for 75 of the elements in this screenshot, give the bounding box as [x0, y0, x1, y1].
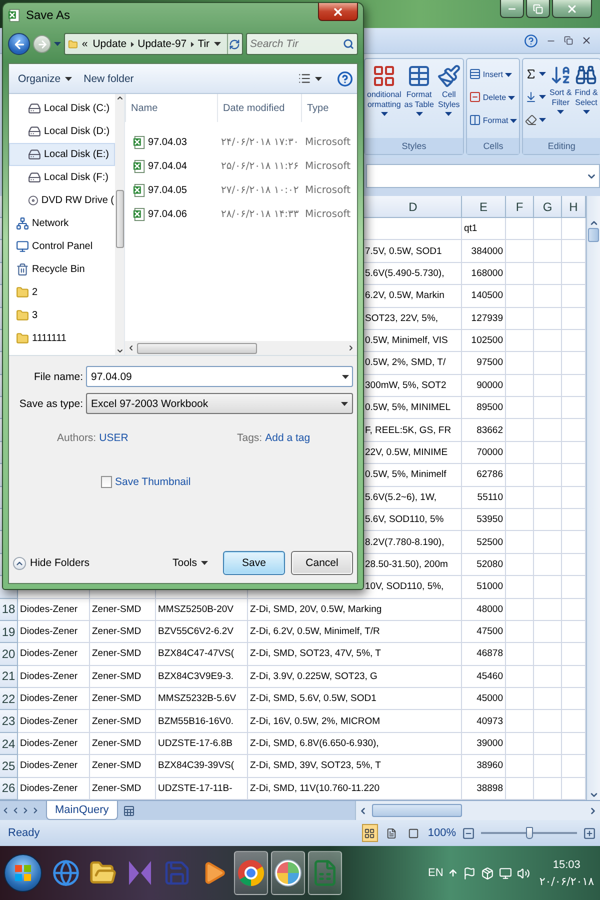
file-date: ۲۸/۰۶/۲۰۱۸ ۱۴:۳۳ — [220, 208, 300, 220]
table-cell: 52080 — [462, 554, 506, 576]
table-cell: BZX84C47-47VS( — [156, 643, 248, 666]
field-label: Authors: — [57, 432, 96, 444]
table-cell: 38960 — [462, 755, 506, 778]
table-cell: 70000 — [462, 442, 506, 464]
table-cell: 46878 — [462, 643, 506, 666]
table-cell: Z-Di, SMD, 6.8V(6.650-6.930), — [248, 732, 462, 756]
file-type: Microsoft — [304, 160, 352, 172]
table-cell: Diodes-Zener — [18, 732, 90, 756]
table-cell: 53950 — [462, 508, 506, 532]
table-cell: 62786 — [462, 464, 506, 487]
table-cell: Diodes-Zener — [18, 620, 90, 644]
field-label: File name: — [32, 370, 83, 382]
table-cell: Z-Di, 3.9V, 0.225W, SOT23, G — [248, 666, 462, 688]
table-cell: 55110 — [462, 486, 506, 509]
file-type: Microsoft — [304, 184, 352, 196]
table-cell: Z-Di, SMD, 5.6V, 0.5W, SOD1 — [248, 688, 462, 710]
table-cell: qt1 — [462, 218, 506, 240]
table-cell: Zener-SMD — [90, 710, 156, 733]
table-cell: MMSZ5232B-5.6V — [156, 688, 248, 710]
table-cell: 384000 — [462, 240, 506, 263]
dialog-title: Save As — [26, 8, 70, 22]
table-cell: Zener-SMD — [90, 643, 156, 666]
table-cell: Z-Di, SMD, SOT23, 47V, 5%, T — [248, 643, 462, 666]
table-cell: 47500 — [462, 620, 506, 644]
table-cell: 39000 — [462, 732, 506, 756]
table-cell: 140500 — [462, 285, 506, 308]
table-cell: Z-Di, SMD, 20V, 0.5W, Marking — [248, 598, 462, 621]
table-cell: 97500 — [462, 352, 506, 375]
table-cell: BZM55B16-16V0. — [156, 710, 248, 733]
group-label: Cells — [466, 138, 520, 154]
clock-time: 15:03 — [552, 858, 580, 870]
table-cell: BZV55C6V2-6.2V — [156, 620, 248, 644]
table-cell: 127939 — [462, 308, 506, 330]
table-cell: Zener-SMD — [90, 755, 156, 778]
table-cell: 83662 — [462, 419, 506, 442]
table-cell: Diodes-Zener — [18, 643, 90, 666]
table-cell: Zener-SMD — [90, 620, 156, 644]
table-cell: Diodes-Zener — [18, 710, 90, 733]
table-cell: Diodes-Zener — [18, 755, 90, 778]
group-label: Styles — [365, 138, 463, 154]
file-type: Microsoft — [304, 136, 352, 148]
table-cell: 40973 — [462, 710, 506, 733]
table-cell: Z-Di, SMD, 39V, SOT23, 5%, T — [248, 755, 462, 778]
table-cell: 89500 — [462, 397, 506, 420]
table-cell: Zener-SMD — [90, 598, 156, 621]
table-cell: 45460 — [462, 666, 506, 688]
file-date: ۲۴/۰۶/۲۰۱۸ ۱۷:۳۰ — [220, 136, 300, 148]
clock-date: ۲۰/۰۶/۲۰۱۸ — [539, 874, 594, 888]
table-cell: 45000 — [462, 688, 506, 710]
table-cell: Diodes-Zener — [18, 598, 90, 621]
table-cell: 168000 — [462, 262, 506, 286]
file-type: Microsoft — [304, 208, 352, 220]
table-cell: 48000 — [462, 598, 506, 621]
file-date: ۲۵/۰۶/۲۰۱۸ ۱۱:۲۶ — [220, 160, 300, 172]
table-cell: Zener-SMD — [90, 732, 156, 756]
field-label: Save as type: — [18, 398, 83, 410]
table-cell: 102500 — [462, 330, 506, 352]
status-text: Ready — [8, 827, 40, 839]
table-cell: 52500 — [462, 531, 506, 554]
table-cell: Zener-SMD — [90, 666, 156, 688]
table-cell: UDZSTE-17-6.8B — [156, 732, 248, 756]
table-cell: Z-Di, 6.2V, 0.5W, Minimelf, T/R — [248, 620, 462, 644]
table-cell: 90000 — [462, 374, 506, 398]
table-cell: Diodes-Zener — [18, 666, 90, 688]
table-cell: BZX84C3V9E9-3. — [156, 666, 248, 688]
table-cell: Diodes-Zener — [18, 688, 90, 710]
table-cell: MMSZ5250B-20V — [156, 598, 248, 621]
table-cell: Z-Di, 16V, 0.5W, 2%, MICROM — [248, 710, 462, 733]
table-cell: Zener-SMD — [90, 688, 156, 710]
file-date: ۲۷/۰۶/۲۰۱۸ ۱۰:۰۲ — [220, 184, 300, 196]
table-cell: BZX84C39-39VS( — [156, 755, 248, 778]
group-label: Editing — [523, 138, 600, 154]
table-cell: 51000 — [462, 576, 506, 599]
